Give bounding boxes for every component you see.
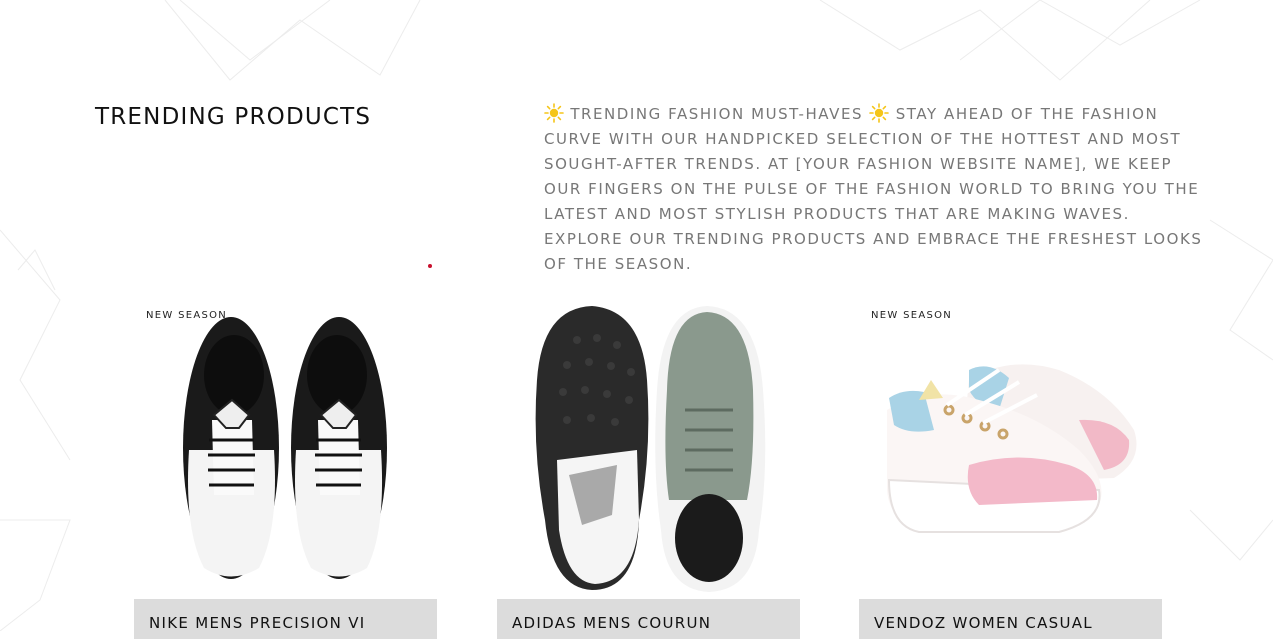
intro-body: STAY AHEAD OF THE FASHION CURVE WITH OUR… (544, 105, 1203, 273)
product-name-bar[interactable]: ADIDAS MENS COURUN (497, 599, 800, 639)
product-name[interactable]: ADIDAS MENS COURUN (512, 614, 711, 632)
product-image[interactable] (497, 300, 800, 599)
sun-icon (869, 103, 890, 123)
new-season-badge: NEW SEASON (146, 310, 228, 321)
product-card[interactable]: NEW SEASON VENDOZ WOMEN CASUAL (859, 300, 1162, 639)
product-image[interactable] (134, 300, 437, 599)
product-name[interactable]: VENDOZ WOMEN CASUAL (874, 614, 1093, 632)
sun-icon (544, 103, 564, 123)
product-name[interactable]: NIKE MENS PRECISION VI (149, 614, 366, 632)
new-season-badge: NEW SEASON (871, 310, 953, 321)
product-card[interactable]: NEW SEASON NIKE MENS PRECISION VI (134, 300, 437, 639)
product-name-bar[interactable]: VENDOZ WOMEN CASUAL (859, 599, 1162, 639)
section-title: TRENDING PRODUCTS (95, 104, 372, 130)
accent-dot (428, 264, 432, 268)
product-name-bar[interactable]: NIKE MENS PRECISION VI (134, 599, 437, 639)
intro-text-block: TRENDING FASHION MUST-HAVES STAY AHEAD O… (544, 102, 1204, 277)
product-image[interactable] (859, 300, 1162, 599)
intro-heading: TRENDING FASHION MUST-HAVES (570, 105, 864, 123)
product-card[interactable]: ADIDAS MENS COURUN (497, 300, 800, 639)
